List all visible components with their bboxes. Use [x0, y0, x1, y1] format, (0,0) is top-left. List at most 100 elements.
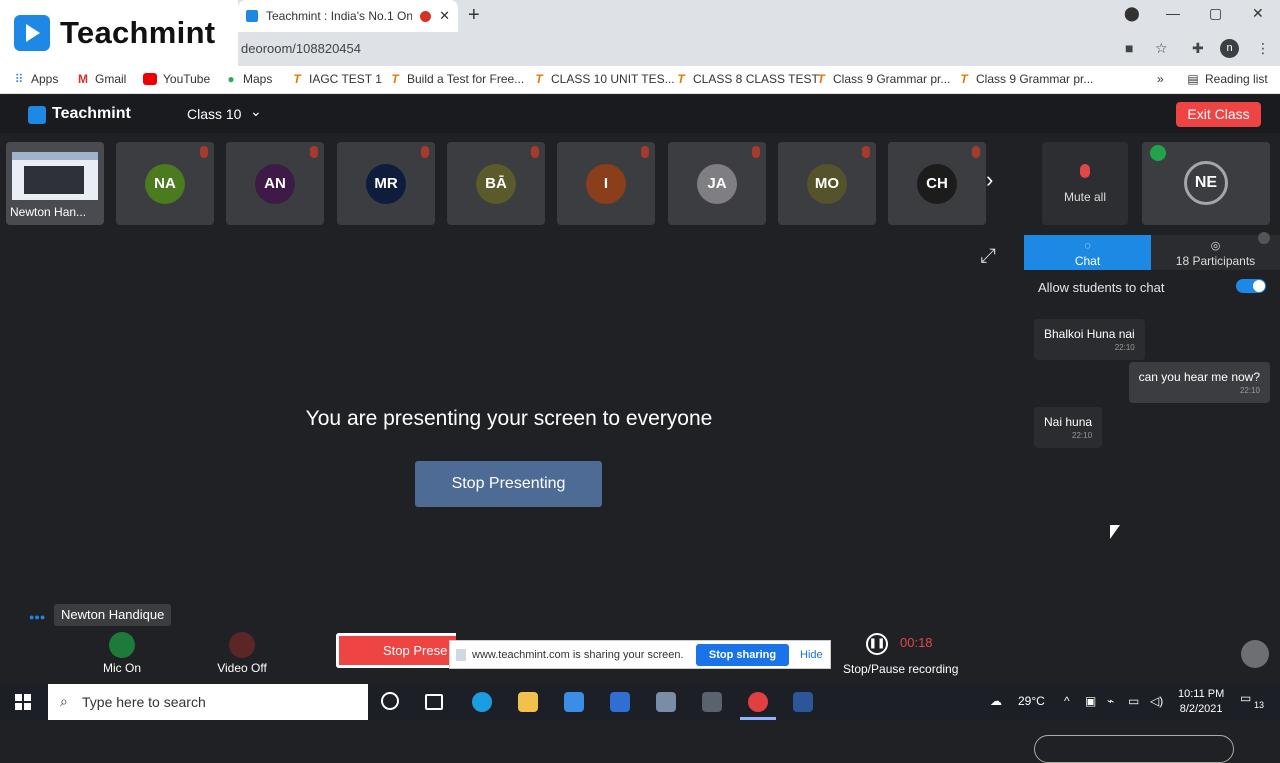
more-menu-icon[interactable]: ⋮ — [1256, 40, 1270, 57]
participant-tile[interactable]: I — [557, 142, 655, 225]
pause-icon[interactable]: ❚❚ — [866, 633, 888, 655]
stop-presenting-button[interactable]: Stop Presenting — [415, 461, 602, 507]
mail-icon[interactable] — [564, 692, 584, 712]
close-window-icon[interactable]: ✕ — [1252, 5, 1264, 22]
participant-tile[interactable]: JA — [668, 142, 766, 225]
reading-list-icon: ▤ — [1187, 72, 1199, 86]
hide-banner-button[interactable]: Hide — [800, 649, 823, 661]
cortana-icon[interactable] — [381, 692, 399, 710]
camera-icon[interactable]: ■ — [1125, 40, 1133, 56]
self-video-tile[interactable]: Newton Han... — [6, 142, 104, 225]
message-text: can you hear me now? — [1138, 370, 1260, 384]
tab-chat[interactable]: ◌ Chat — [1024, 235, 1151, 270]
mic-label: Mic On — [102, 661, 141, 675]
bookmark-build-test[interactable]: T Build a Test for Free... — [389, 72, 524, 86]
bookmark-apps[interactable]: ⠿ Apps — [13, 72, 59, 86]
participant-tile[interactable]: NA — [116, 142, 214, 225]
windows-taskbar: ⌕ Type here to search ☁ 29°C ^ ▣ ⌁ ▭ ◁) … — [0, 684, 1280, 720]
notification-count: 13 — [1254, 700, 1265, 710]
apps-grid-icon: ⠿ — [14, 72, 24, 86]
speaking-indicator-icon: ●●● — [29, 612, 46, 622]
mouse-cursor-icon — [1110, 525, 1120, 539]
share-handle-icon[interactable] — [456, 649, 466, 661]
participant-tile[interactable]: MR — [337, 142, 435, 225]
weather-temp[interactable]: 29°C — [1018, 694, 1045, 708]
mute-all-button[interactable]: Mute all — [1042, 142, 1128, 225]
message-text: Bhalkoi Huna nai — [1044, 327, 1135, 341]
search-icon: ⌕ — [60, 693, 68, 709]
close-tab-icon[interactable]: ✕ — [439, 8, 450, 24]
fullscreen-icon[interactable]: ⤢ — [980, 245, 996, 268]
tab-chat-label: Chat — [1074, 254, 1101, 268]
chat-input[interactable] — [1034, 735, 1234, 763]
new-tab-button[interactable]: + — [468, 4, 480, 27]
message-text: Nai huna — [1044, 415, 1093, 429]
tray-app-icon[interactable]: ▣ — [1085, 694, 1096, 708]
bookmark-class8-test[interactable]: T CLASS 8 CLASS TEST — [675, 72, 819, 86]
allow-chat-label: Allow students to chat — [1038, 280, 1165, 295]
mic-muted-icon — [972, 146, 980, 158]
browser-tab[interactable]: Teachmint : India's No.1 Onl ✕ — [238, 0, 458, 32]
video-label: Video Off — [217, 661, 267, 675]
teachmint-t-icon: T — [677, 72, 685, 86]
self-name-label: Newton Handique — [54, 604, 172, 626]
allow-chat-toggle[interactable] — [1236, 279, 1266, 293]
maximize-icon[interactable]: ▢ — [1209, 5, 1222, 22]
mic-muted-icon — [862, 146, 870, 158]
app-icon[interactable] — [656, 692, 676, 712]
stop-sharing-button[interactable]: Stop sharing — [696, 644, 789, 666]
teachmint-logo-icon — [14, 15, 50, 51]
network-icon[interactable]: ⌁ — [1107, 694, 1114, 708]
send-message-button[interactable] — [1241, 640, 1269, 668]
profile-avatar[interactable]: n — [1220, 39, 1239, 58]
tray-overflow-icon[interactable]: ^ — [1064, 694, 1070, 708]
video-toggle-button[interactable]: Video Off — [212, 632, 272, 675]
bookmark-maps[interactable]: ● Maps — [225, 72, 272, 86]
windows-start-icon[interactable] — [15, 694, 31, 710]
participant-tile[interactable]: BĀ — [447, 142, 545, 225]
minimize-icon[interactable]: — — [1166, 5, 1180, 21]
chevron-down-icon[interactable]: ⌄ — [250, 103, 262, 120]
bookmark-iagc-test[interactable]: T IAGC TEST 1 — [291, 72, 382, 86]
collapse-panel-icon[interactable] — [1258, 232, 1270, 244]
participant-tile[interactable]: AN — [226, 142, 324, 225]
teachmint-t-icon: T — [535, 72, 543, 86]
exit-class-button[interactable]: Exit Class — [1176, 102, 1261, 127]
participant-tile[interactable]: CH — [888, 142, 986, 225]
bookmark-class9-grammar-1[interactable]: T Class 9 Grammar pr... — [815, 72, 950, 86]
taskbar-search[interactable]: ⌕ Type here to search — [48, 684, 368, 720]
extensions-icon[interactable]: ✚ — [1192, 40, 1204, 57]
notifications-icon[interactable]: ▭ — [1240, 691, 1251, 705]
chevron-right-icon[interactable]: › — [986, 167, 993, 193]
address-bar[interactable]: deoroom/108820454 — [238, 37, 1118, 61]
stop-presenting-bottom-button[interactable]: Stop Prese — [336, 633, 456, 668]
bookmark-class10-test[interactable]: T CLASS 10 UNIT TES... — [533, 72, 674, 86]
youtube-icon — [143, 73, 157, 85]
battery-icon[interactable]: ▭ — [1128, 694, 1139, 708]
bookmark-star-icon[interactable]: ☆ — [1155, 40, 1168, 57]
class-selector[interactable]: Class 10 — [187, 106, 241, 122]
reading-list[interactable]: ▤ Reading list — [1187, 72, 1267, 86]
store-icon[interactable] — [610, 692, 630, 712]
bookmark-class9-grammar-2[interactable]: T Class 9 Grammar pr... — [958, 72, 1093, 86]
app-logo-text: Teachmint — [52, 105, 131, 122]
browser-menu-icon[interactable]: ⬤ — [1124, 5, 1140, 22]
volume-icon[interactable]: ◁) — [1150, 694, 1163, 708]
bookmarks-overflow-icon[interactable]: » — [1157, 72, 1164, 86]
mic-toggle-button[interactable]: Mic On — [100, 632, 144, 675]
chrome-icon[interactable] — [748, 692, 768, 712]
word-icon[interactable] — [793, 692, 813, 712]
camera-app-icon[interactable] — [702, 692, 722, 712]
taskbar-clock[interactable]: 10:11 PM 8/2/2021 — [1178, 687, 1224, 717]
task-view-icon[interactable] — [425, 694, 443, 710]
file-explorer-icon[interactable] — [518, 692, 538, 712]
chat-bubble-icon: ◌ — [1084, 240, 1091, 252]
tab-title: Teachmint : India's No.1 Onl — [266, 9, 413, 23]
weather-icon[interactable]: ☁ — [990, 694, 1002, 708]
edge-icon[interactable] — [472, 692, 492, 712]
bookmark-youtube[interactable]: YouTube — [143, 72, 210, 86]
mic-muted-icon — [752, 146, 760, 158]
bookmark-gmail[interactable]: M Gmail — [77, 72, 126, 86]
host-tile[interactable]: NE — [1142, 142, 1270, 225]
participant-tile[interactable]: MO — [778, 142, 876, 225]
